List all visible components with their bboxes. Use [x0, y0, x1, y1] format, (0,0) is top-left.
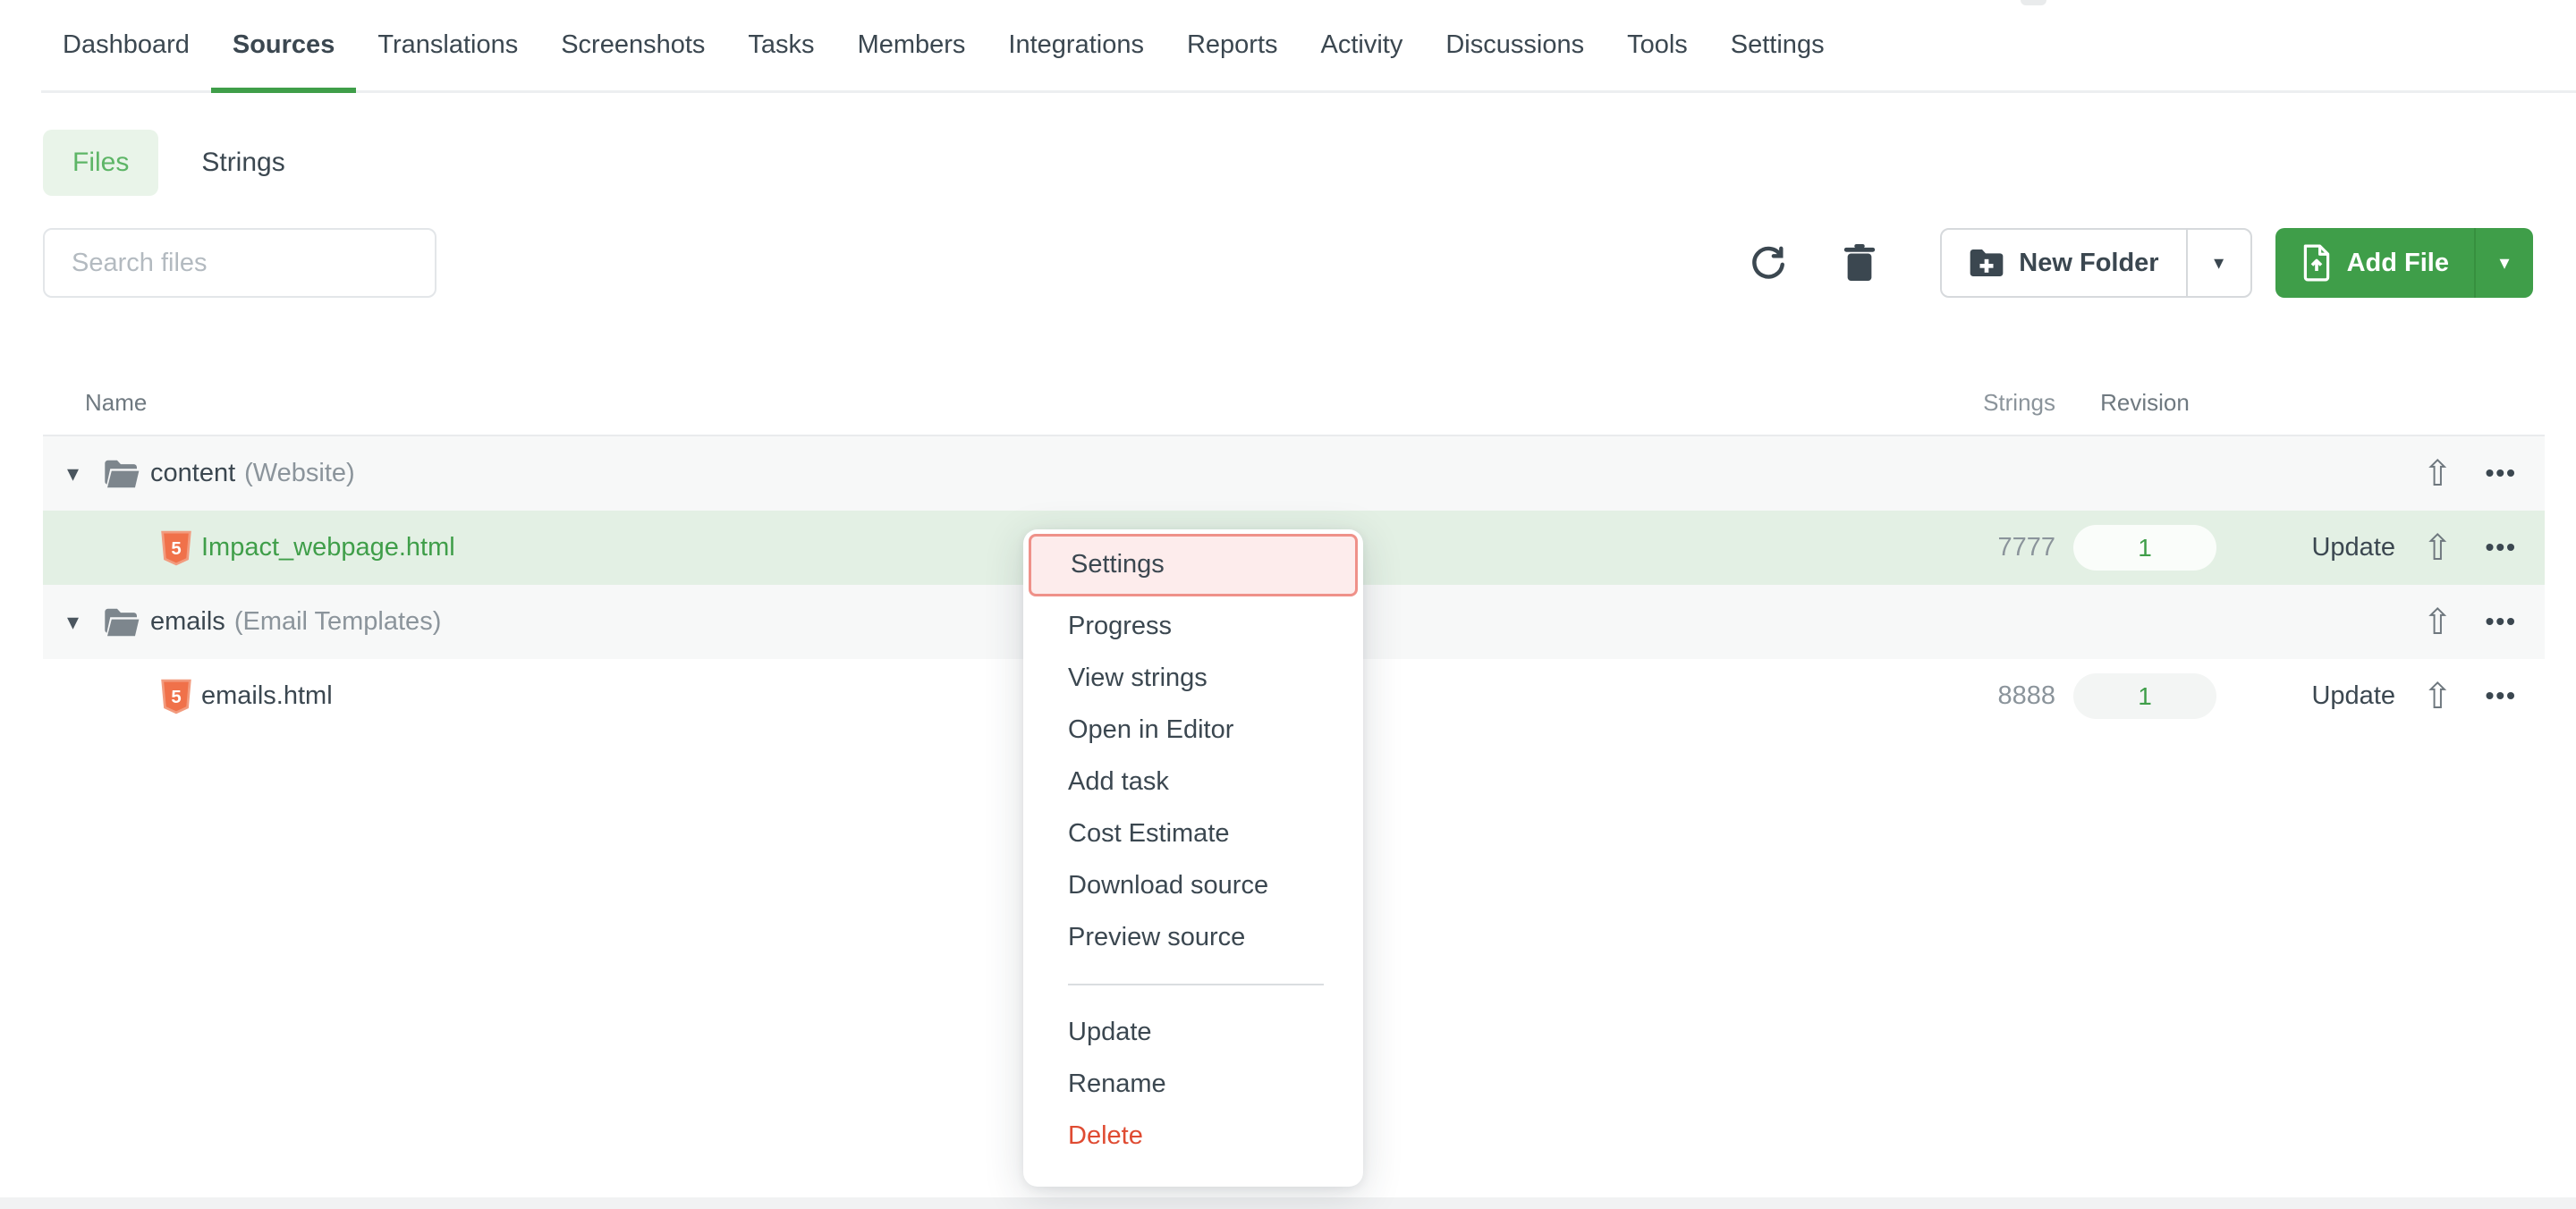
- menu-item-open-in-editor[interactable]: Open in Editor: [1023, 704, 1363, 756]
- menu-item-view-strings[interactable]: View strings: [1023, 652, 1363, 704]
- upload-icon[interactable]: ⇧: [2422, 676, 2453, 717]
- tab-strings[interactable]: Strings: [201, 148, 284, 178]
- add-file-split-button: Add File ▾: [2275, 228, 2533, 298]
- column-header-strings: Strings: [1903, 389, 2055, 417]
- folder-name[interactable]: emails: [150, 607, 225, 637]
- trash-icon: [1841, 242, 1878, 283]
- nav-tab-integrations[interactable]: Integrations: [987, 0, 1165, 90]
- nav-tab-tools[interactable]: Tools: [1606, 0, 1709, 90]
- menu-item-rename[interactable]: Rename: [1023, 1058, 1363, 1110]
- delete-selected-button[interactable]: [1833, 236, 1886, 290]
- file-upload-icon: [2301, 243, 2333, 283]
- strings-count: 8888: [1903, 681, 2055, 711]
- menu-item-delete[interactable]: Delete: [1023, 1110, 1363, 1162]
- search-input[interactable]: [43, 228, 436, 298]
- collapse-caret-icon[interactable]: ▾: [67, 608, 103, 636]
- menu-item-settings[interactable]: Settings: [1029, 534, 1358, 596]
- nav-tab-members[interactable]: Members: [836, 0, 987, 90]
- add-file-button[interactable]: Add File: [2275, 228, 2474, 298]
- revision-badge: 1: [2073, 525, 2216, 571]
- new-folder-split-button: New Folder ▾: [1940, 228, 2251, 298]
- menu-divider: [1068, 984, 1324, 985]
- upload-icon[interactable]: ⇧: [2422, 453, 2453, 495]
- strings-count: 7777: [1903, 533, 2055, 562]
- new-folder-button[interactable]: New Folder: [1942, 230, 2185, 296]
- top-cutoff-element: [2021, 0, 2046, 5]
- more-actions-button[interactable]: •••: [2486, 459, 2517, 486]
- file-name[interactable]: Impact_webpage.html: [201, 533, 455, 562]
- menu-item-update[interactable]: Update: [1023, 1006, 1363, 1058]
- main-nav: Dashboard Sources Translations Screensho…: [41, 0, 2576, 93]
- menu-item-preview-source[interactable]: Preview source: [1023, 911, 1363, 963]
- bottom-edge-strip: [0, 1197, 2576, 1209]
- folder-plus-icon: [1969, 248, 2004, 278]
- collapse-caret-icon[interactable]: ▾: [67, 460, 103, 487]
- new-folder-dropdown-button[interactable]: ▾: [2186, 230, 2250, 296]
- table-header: Name Strings Revision: [43, 322, 2545, 436]
- more-actions-button[interactable]: •••: [2486, 533, 2517, 561]
- svg-text:5: 5: [171, 687, 181, 706]
- sources-files-page: Dashboard Sources Translations Screensho…: [0, 0, 2576, 1209]
- file-context-menu: Settings Progress View strings Open in E…: [1023, 529, 1363, 1187]
- nav-tab-discussions[interactable]: Discussions: [1424, 0, 1606, 90]
- menu-item-cost-estimate[interactable]: Cost Estimate: [1023, 807, 1363, 859]
- chevron-down-icon: ▾: [2214, 251, 2224, 275]
- refresh-icon: [1749, 243, 1788, 283]
- table-row-folder-content[interactable]: ▾ content (Website) ⇧ •••: [43, 436, 2545, 511]
- folder-note: (Website): [244, 459, 355, 488]
- tab-files[interactable]: Files: [43, 130, 158, 196]
- refresh-button[interactable]: [1741, 236, 1795, 290]
- revision-badge: 1: [2073, 673, 2216, 719]
- nav-tab-translations[interactable]: Translations: [356, 0, 539, 90]
- svg-text:5: 5: [171, 538, 181, 558]
- chevron-down-icon: ▾: [2499, 251, 2509, 275]
- menu-item-download-source[interactable]: Download source: [1023, 859, 1363, 911]
- update-link[interactable]: Update: [2311, 681, 2395, 710]
- files-toolbar: New Folder ▾ Add File: [43, 228, 2533, 298]
- nav-tab-screenshots[interactable]: Screenshots: [539, 0, 726, 90]
- html5-file-icon: 5: [161, 530, 191, 566]
- toolbar-actions: New Folder ▾ Add File: [1741, 228, 2533, 298]
- nav-tab-settings[interactable]: Settings: [1709, 0, 1846, 90]
- nav-tab-dashboard[interactable]: Dashboard: [41, 0, 211, 90]
- folder-name[interactable]: content: [150, 459, 235, 488]
- menu-item-add-task[interactable]: Add task: [1023, 756, 1363, 807]
- update-link[interactable]: Update: [2311, 533, 2395, 562]
- menu-item-progress[interactable]: Progress: [1023, 600, 1363, 652]
- nav-tab-sources[interactable]: Sources: [211, 0, 356, 90]
- column-header-revision: Revision: [2055, 389, 2234, 417]
- sub-tabs: Files Strings: [43, 130, 2576, 196]
- html5-file-icon: 5: [161, 679, 191, 714]
- folder-note: (Email Templates): [234, 607, 442, 637]
- nav-tab-tasks[interactable]: Tasks: [726, 0, 835, 90]
- upload-icon[interactable]: ⇧: [2422, 602, 2453, 643]
- nav-tab-activity[interactable]: Activity: [1300, 0, 1425, 90]
- folder-icon: [103, 459, 140, 489]
- upload-icon[interactable]: ⇧: [2422, 528, 2453, 569]
- folder-icon: [103, 607, 140, 638]
- more-actions-button[interactable]: •••: [2486, 681, 2517, 709]
- nav-tab-reports[interactable]: Reports: [1165, 0, 1300, 90]
- add-file-dropdown-button[interactable]: ▾: [2474, 228, 2533, 298]
- more-actions-button[interactable]: •••: [2486, 607, 2517, 635]
- file-name[interactable]: emails.html: [201, 681, 333, 711]
- column-header-name: Name: [67, 389, 1903, 417]
